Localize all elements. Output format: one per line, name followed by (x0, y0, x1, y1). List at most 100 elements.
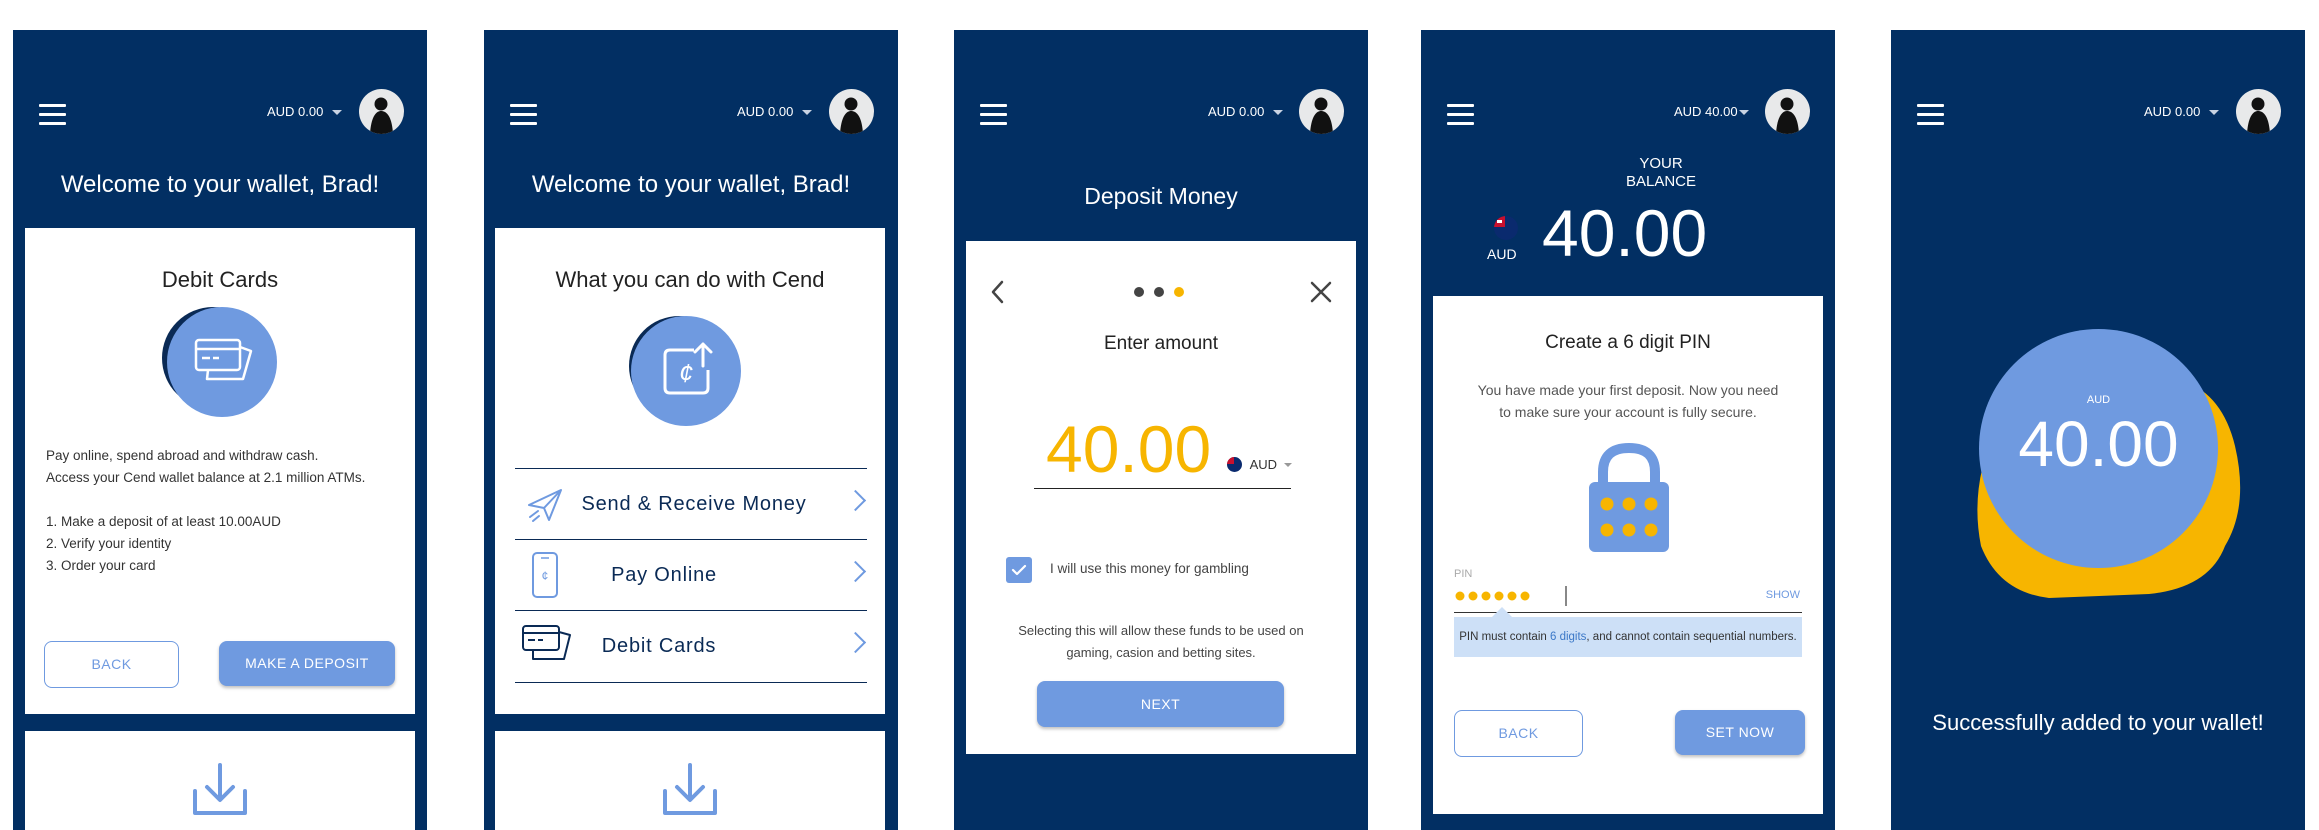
card-title: What you can do with Cend (555, 267, 825, 292)
chevron-right-icon (844, 631, 867, 654)
balance-text: AUD 0.00 (2144, 104, 2201, 119)
chevron-right-icon (844, 489, 867, 512)
tooltip-arrow (1492, 607, 1512, 617)
balance-text: AUD 0.00 (1208, 104, 1265, 119)
balance-dropdown[interactable]: AUD 0.00 (1208, 104, 1284, 119)
svg-text:¢: ¢ (542, 569, 549, 583)
step-label: Enter amount (1103, 333, 1219, 354)
avatar[interactable] (1299, 89, 1344, 134)
checkbox-label: I will use this money for gambling (1050, 561, 1249, 576)
balance-dropdown[interactable]: AUD 40.00 (1674, 104, 1749, 119)
currency-code: AUD (1249, 457, 1278, 473)
next-button[interactable]: NEXT (1037, 681, 1284, 727)
balance-currency: AUD (2086, 394, 2111, 406)
feature-debit-cards[interactable]: Debit Cards (515, 610, 867, 683)
hamburger-menu-icon[interactable] (1447, 104, 1474, 126)
balance-text: AUD 0.00 (267, 104, 324, 119)
avatar[interactable] (359, 89, 404, 134)
page-title: Deposit Money (1084, 183, 1238, 209)
success-message: Successfully added to your wallet! (1932, 710, 2264, 735)
hint-prefix: PIN must contain (1459, 631, 1550, 643)
hamburger-menu-icon[interactable] (510, 104, 537, 126)
balance-text: AUD 0.00 (737, 104, 794, 119)
chevron-down-icon (802, 110, 813, 116)
svg-text:¢: ¢ (679, 358, 693, 388)
hint-suffix: , and cannot contain sequential numbers. (1586, 631, 1797, 643)
australia-flag-icon (1227, 457, 1242, 473)
amount-value: 40.00 (1046, 412, 1212, 486)
avatar[interactable] (829, 89, 874, 134)
paper-plane-icon (528, 489, 562, 522)
download-icon (663, 763, 717, 815)
pin-description: You have made your first deposit. Now yo… (1433, 379, 1823, 423)
balance-currency: AUD (1487, 246, 1517, 262)
chevron-right-icon (844, 560, 867, 583)
chevron-down-icon (1283, 462, 1292, 467)
bottom-card (495, 731, 885, 830)
text-cursor (1565, 586, 1567, 606)
feature-pay-online[interactable]: ¢ Pay Online (515, 539, 867, 611)
gambling-checkbox[interactable] (1006, 557, 1032, 583)
hamburger-menu-icon[interactable] (980, 104, 1007, 126)
progress-dot (1134, 287, 1144, 297)
show-pin-button[interactable]: SHOW (1766, 589, 1800, 601)
back-arrow-icon[interactable] (990, 279, 1006, 305)
balance-dropdown[interactable]: AUD 0.00 (267, 104, 343, 119)
features-card: What you can do with Cend ¢ Send & Recei… (495, 228, 885, 714)
hamburger-menu-icon[interactable] (39, 104, 66, 126)
set-now-button[interactable]: SET NOW (1675, 710, 1805, 755)
card-description: Pay online, spend abroad and withdraw ca… (46, 445, 365, 577)
step-item: 3. Order your card (46, 558, 156, 573)
make-deposit-button[interactable]: MAKE A DEPOSIT (219, 641, 395, 686)
balance-amount: 40.00 (2018, 408, 2179, 480)
card-title: Debit Cards (161, 267, 279, 292)
welcome-heading: Welcome to your wallet, Brad! (531, 171, 851, 198)
feature-label: Debit Cards (601, 635, 717, 657)
feature-label: Pay Online (611, 564, 717, 586)
pin-label: PIN (1454, 568, 1473, 580)
screen-create-pin: AUD 40.00 YOUR BALANCE AUD 40.00 Create … (1421, 30, 1835, 830)
back-button[interactable]: BACK (44, 641, 179, 688)
your-balance-label: YOUR BALANCE (1601, 155, 1721, 191)
deposit-card: Enter amount 40.00 AUD I will use this m… (966, 241, 1356, 754)
feature-send-receive-money[interactable]: Send & Receive Money (515, 468, 867, 540)
debit-cards-card: Debit Cards Pay online, spend abroad and… (25, 228, 415, 714)
chevron-down-icon (1273, 110, 1284, 116)
hint-link: 6 digits (1549, 631, 1587, 643)
currency-selector[interactable]: AUD (1227, 456, 1292, 473)
balance-text: AUD 40.00 (1674, 104, 1738, 119)
avatar[interactable] (2236, 89, 2281, 134)
screen-welcome-debit-cards: AUD 0.00 Welcome to your wallet, Brad! D… (13, 30, 427, 830)
create-pin-card: Create a 6 digit PIN You have made your … (1433, 296, 1823, 814)
balance-dropdown[interactable]: AUD 0.00 (737, 104, 813, 119)
helper-line: gaming, casion and betting sites. (1066, 645, 1256, 660)
hamburger-menu-icon[interactable] (1917, 104, 1944, 126)
padlock-icon (1589, 442, 1669, 552)
screen-what-you-can-do: AUD 0.00 Welcome to your wallet, Brad! W… (484, 30, 898, 830)
step-item: 1. Make a deposit of at least 10.00AUD (46, 514, 281, 529)
helper-line: Selecting this will allow these funds to… (1018, 623, 1304, 638)
screen-deposit-success: AUD 0.00 AUD 40.00 Successfully added to… (1891, 30, 2305, 830)
checkmark-icon (1011, 564, 1027, 576)
back-button[interactable]: BACK (1454, 710, 1583, 757)
welcome-heading: Welcome to your wallet, Brad! (60, 171, 380, 198)
close-icon[interactable] (1309, 280, 1333, 304)
balance-dropdown[interactable]: AUD 0.00 (2144, 104, 2220, 119)
step-item: 2. Verify your identity (46, 536, 172, 551)
pin-hint-tooltip: PIN must contain 6 digits, and cannot co… (1454, 617, 1802, 657)
download-icon (193, 763, 247, 815)
avatar[interactable] (1765, 89, 1810, 134)
helper-text: Selecting this will allow these funds to… (966, 620, 1356, 664)
progress-dot-active (1174, 287, 1184, 297)
amount-input[interactable]: 40.00 AUD (1034, 416, 1292, 489)
screen-deposit-money: AUD 0.00 Deposit Money Enter amount 40.0… (954, 30, 1368, 830)
chevron-down-icon (1738, 110, 1749, 116)
bottom-card (25, 731, 415, 830)
chevron-down-icon (332, 110, 343, 116)
pin-desc-line: You have made your first deposit. Now yo… (1477, 382, 1779, 398)
desc-line: Access your Cend wallet balance at 2.1 m… (46, 470, 366, 485)
chevron-down-icon (2209, 110, 2220, 116)
pin-dots (1455, 591, 1530, 601)
debit-cards-icon (522, 625, 571, 660)
feature-label: Send & Receive Money (581, 493, 807, 515)
